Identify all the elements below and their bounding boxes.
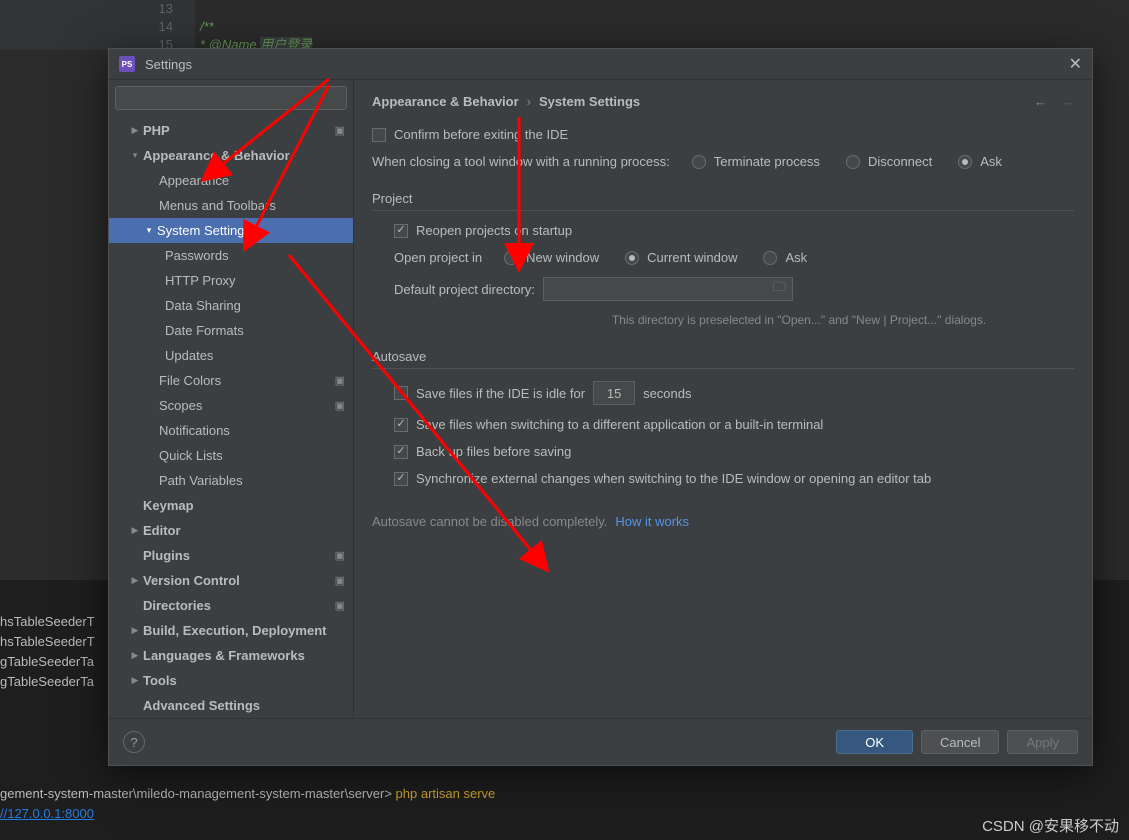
tree-item-quick-lists[interactable]: Quick Lists xyxy=(109,443,353,468)
how-it-works-link[interactable]: How it works xyxy=(615,514,689,529)
settings-sidebar: ⌕ ▶PHP▣ ▾Appearance & Behavior Appearanc… xyxy=(109,80,354,718)
help-button[interactable]: ? xyxy=(123,731,145,753)
terminal-link[interactable]: //127.0.0.1:8000 xyxy=(0,806,94,821)
tree-item-php[interactable]: ▶PHP▣ xyxy=(109,118,353,143)
idle-save-label-pre: Save files if the IDE is idle for xyxy=(416,386,585,401)
radio-ask-open[interactable] xyxy=(763,251,777,265)
radio-terminate[interactable] xyxy=(692,155,706,169)
tree-item-appearance[interactable]: Appearance xyxy=(109,168,353,193)
open-project-label: Open project in xyxy=(394,250,482,265)
dialog-footer: ? OK Cancel Apply xyxy=(109,719,1092,765)
nav-back-icon[interactable]: ← xyxy=(1034,94,1047,109)
dialog-title: Settings xyxy=(145,57,1069,72)
editor-background: 13 14 15 /** * @Name 用户登录 xyxy=(0,0,1129,50)
reopen-label: Reopen projects on startup xyxy=(416,223,572,238)
switch-app-label: Save files when switching to a different… xyxy=(416,417,823,432)
radio-current-window[interactable] xyxy=(625,251,639,265)
closing-process-label: When closing a tool window with a runnin… xyxy=(372,154,670,169)
backup-label: Back up files before saving xyxy=(416,444,571,459)
autosave-note: Autosave cannot be disabled completely. xyxy=(372,514,607,529)
default-dir-input[interactable]: 🗀 xyxy=(543,277,793,301)
titlebar: PS Settings ✕ xyxy=(109,49,1092,79)
settings-content: Appearance & Behavior › System Settings … xyxy=(354,80,1092,718)
close-icon[interactable]: ✕ xyxy=(1069,54,1082,74)
reopen-checkbox[interactable] xyxy=(394,224,408,238)
tree-item-date-formats[interactable]: Date Formats xyxy=(109,318,353,343)
tree-item-path-variables[interactable]: Path Variables xyxy=(109,468,353,493)
tree-item-system-settings[interactable]: ▾System Settings xyxy=(109,218,353,243)
tree-item-version-control[interactable]: ▶Version Control▣ xyxy=(109,568,353,593)
terminal-command: php artisan serve xyxy=(392,786,495,801)
app-icon: PS xyxy=(119,56,135,72)
section-autosave: Autosave xyxy=(372,349,1074,369)
tree-item-advanced[interactable]: Advanced Settings xyxy=(109,693,353,718)
idle-seconds-input[interactable] xyxy=(593,381,635,405)
section-project: Project xyxy=(372,191,1074,211)
settings-tree[interactable]: ▶PHP▣ ▾Appearance & Behavior Appearance … xyxy=(109,116,353,718)
folder-icon[interactable]: 🗀 xyxy=(773,278,786,300)
tree-item-directories[interactable]: Directories▣ xyxy=(109,593,353,618)
sync-checkbox[interactable] xyxy=(394,472,408,486)
terminal-path: gement-system-master\miledo-management-s… xyxy=(0,786,392,801)
radio-ask-close[interactable] xyxy=(958,155,972,169)
breadcrumb-leaf: System Settings xyxy=(539,94,640,109)
tree-item-build[interactable]: ▶Build, Execution, Deployment xyxy=(109,618,353,643)
idle-save-label-post: seconds xyxy=(643,386,691,401)
ok-button[interactable]: OK xyxy=(836,730,913,754)
radio-disconnect[interactable] xyxy=(846,155,860,169)
radio-ask-open-label: Ask xyxy=(785,250,807,265)
gutter: 13 14 15 xyxy=(0,0,195,50)
idle-save-checkbox[interactable] xyxy=(394,386,408,400)
code-preview: /** * @Name 用户登录 xyxy=(200,0,312,54)
tree-item-notifications[interactable]: Notifications xyxy=(109,418,353,443)
tree-item-languages[interactable]: ▶Languages & Frameworks xyxy=(109,643,353,668)
tree-item-tools[interactable]: ▶Tools xyxy=(109,668,353,693)
cancel-button[interactable]: Cancel xyxy=(921,730,999,754)
nav-forward-icon: → xyxy=(1061,94,1074,109)
search-input[interactable] xyxy=(115,86,347,110)
tree-item-keymap[interactable]: Keymap xyxy=(109,493,353,518)
tree-item-file-colors[interactable]: File Colors▣ xyxy=(109,368,353,393)
tree-item-data-sharing[interactable]: Data Sharing xyxy=(109,293,353,318)
breadcrumb: Appearance & Behavior › System Settings … xyxy=(372,94,1074,109)
backup-checkbox[interactable] xyxy=(394,445,408,459)
chevron-right-icon: › xyxy=(527,94,531,109)
settings-dialog: PS Settings ✕ ⌕ ▶PHP▣ ▾Appearance & Beha… xyxy=(108,48,1093,766)
tree-item-editor[interactable]: ▶Editor xyxy=(109,518,353,543)
radio-ask-close-label: Ask xyxy=(980,154,1002,169)
radio-new-window-label: New window xyxy=(526,250,599,265)
radio-disconnect-label: Disconnect xyxy=(868,154,932,169)
apply-button[interactable]: Apply xyxy=(1007,730,1078,754)
tree-item-updates[interactable]: Updates xyxy=(109,343,353,368)
tree-item-appearance-behavior[interactable]: ▾Appearance & Behavior xyxy=(109,143,353,168)
breadcrumb-root[interactable]: Appearance & Behavior xyxy=(372,94,519,109)
radio-new-window[interactable] xyxy=(504,251,518,265)
confirm-exit-label: Confirm before exiting the IDE xyxy=(394,127,568,142)
sync-label: Synchronize external changes when switch… xyxy=(416,471,931,486)
tree-item-menus-toolbars[interactable]: Menus and Toolbars xyxy=(109,193,353,218)
radio-current-window-label: Current window xyxy=(647,250,737,265)
switch-app-checkbox[interactable] xyxy=(394,418,408,432)
default-dir-label: Default project directory: xyxy=(394,282,535,297)
default-dir-hint: This directory is preselected in "Open..… xyxy=(612,313,986,327)
tree-item-plugins[interactable]: Plugins▣ xyxy=(109,543,353,568)
tree-item-http-proxy[interactable]: HTTP Proxy xyxy=(109,268,353,293)
confirm-exit-checkbox[interactable] xyxy=(372,128,386,142)
tree-item-passwords[interactable]: Passwords xyxy=(109,243,353,268)
watermark: CSDN @安果移不动 xyxy=(982,815,1119,836)
radio-terminate-label: Terminate process xyxy=(714,154,820,169)
tree-item-scopes[interactable]: Scopes▣ xyxy=(109,393,353,418)
